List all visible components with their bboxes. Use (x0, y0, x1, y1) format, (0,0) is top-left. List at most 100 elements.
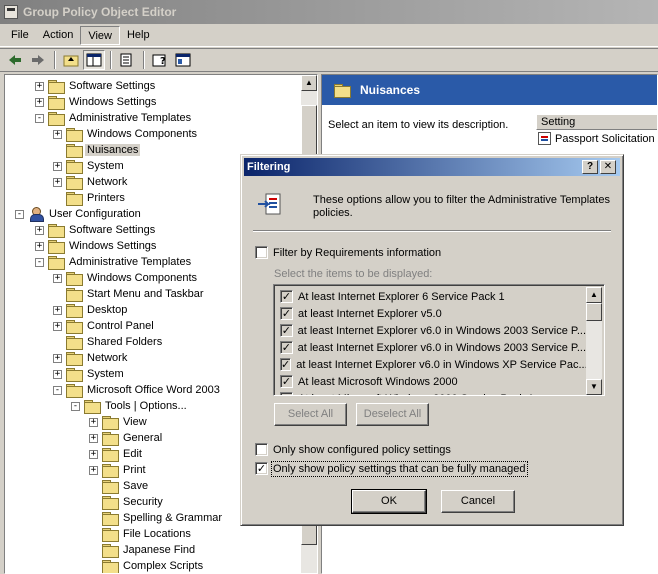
tree-item[interactable]: + Windows Settings (35, 238, 158, 254)
tree-item[interactable]: + Windows Components (53, 270, 199, 286)
menu-action[interactable]: Action (36, 26, 81, 45)
menu-file[interactable]: File (4, 26, 36, 45)
filter-by-requirements-option[interactable]: Filter by Requirements information (255, 246, 441, 259)
deselect-all-button[interactable]: Deselect All (356, 403, 429, 426)
expand-icon[interactable]: + (53, 177, 62, 187)
export-list-icon[interactable] (116, 50, 138, 70)
tree-item[interactable]: + Software Settings (35, 78, 157, 94)
expand-icon[interactable]: + (35, 81, 44, 91)
tree-item[interactable]: - Administrative Templates (35, 254, 193, 270)
scroll-thumb[interactable] (586, 303, 602, 321)
select-all-button[interactable]: Select All (274, 403, 347, 426)
show-hide-tree-icon[interactable] (83, 50, 105, 70)
scroll-down-icon[interactable]: ▼ (586, 379, 602, 395)
expand-icon[interactable]: + (53, 321, 62, 331)
requirements-scrollbar[interactable]: ▲ ▼ (586, 287, 602, 395)
tree-item[interactable]: - Administrative Templates (35, 110, 193, 126)
help-button[interactable]: ? (582, 160, 598, 174)
scroll-up-icon[interactable]: ▲ (301, 75, 317, 91)
requirement-checkbox[interactable]: ✓ (280, 341, 293, 354)
expand-icon[interactable]: + (89, 465, 98, 475)
only-configured-option[interactable]: Only show configured policy settings (255, 443, 451, 456)
requirement-item[interactable]: ✓ At least Internet Explorer 6 Service Pa… (280, 288, 586, 305)
requirement-item[interactable]: ✓ at least Internet Explorer v6.0 in Wind… (280, 339, 586, 356)
tree-item[interactable]: + Network (53, 174, 129, 190)
scroll-up-icon[interactable]: ▲ (586, 287, 602, 303)
tree-item[interactable]: + Desktop (53, 302, 129, 318)
only-managed-option[interactable]: ✓ Only show policy settings that can be … (255, 460, 528, 477)
tree-item[interactable]: + Edit (89, 446, 144, 462)
expand-icon[interactable]: + (35, 225, 44, 235)
requirement-checkbox[interactable]: ✓ (280, 324, 293, 337)
requirement-checkbox[interactable]: ✓ (280, 290, 293, 303)
tree-item[interactable]: + System (53, 366, 126, 382)
collapse-icon[interactable]: - (71, 401, 80, 411)
tree-item[interactable]: + Network (53, 350, 129, 366)
requirement-item[interactable]: ✓ at least Internet Explorer v6.0 in Wind… (280, 356, 586, 373)
forward-arrow-icon[interactable] (27, 50, 49, 70)
dialog-title-bar[interactable]: Filtering ? ✕ (244, 158, 620, 176)
tree-item[interactable]: - User Configuration (15, 206, 143, 222)
tree-item[interactable]: Nuisances (53, 142, 141, 158)
tree-item[interactable]: Printers (53, 190, 127, 206)
collapse-icon[interactable]: - (53, 385, 62, 395)
menu-help[interactable]: Help (120, 26, 157, 45)
expand-icon[interactable]: + (53, 273, 62, 283)
expand-icon[interactable]: + (89, 433, 98, 443)
back-arrow-icon[interactable] (4, 50, 26, 70)
ok-button[interactable]: OK (351, 489, 427, 514)
expand-icon[interactable]: + (35, 97, 44, 107)
tree-item[interactable]: + Windows Components (53, 126, 199, 142)
tree-item[interactable]: + Software Settings (35, 222, 157, 238)
requirement-checkbox[interactable]: ✓ (280, 392, 293, 395)
tree-item[interactable]: - Tools | Options... (71, 398, 189, 414)
setting-item[interactable]: Passport Solicitation (538, 132, 655, 145)
tree-item[interactable]: + General (89, 430, 164, 446)
collapse-icon[interactable]: - (35, 113, 44, 123)
tree-item[interactable]: Japanese Find (89, 542, 197, 558)
expand-icon[interactable]: + (35, 241, 44, 251)
tree-item[interactable]: Start Menu and Taskbar (53, 286, 206, 302)
filter-by-requirements-checkbox[interactable] (255, 246, 268, 259)
cancel-button[interactable]: Cancel (441, 490, 515, 513)
collapse-icon[interactable]: - (35, 257, 44, 267)
tree-item[interactable]: Shared Folders (53, 334, 164, 350)
only-managed-checkbox[interactable]: ✓ (255, 462, 268, 475)
requirement-item[interactable]: ✓ At least Microsoft Windows 2000 Service… (280, 390, 586, 395)
window-title: Group Policy Object Editor (23, 5, 177, 19)
properties-help-icon[interactable]: ? (149, 50, 171, 70)
window-title-bar[interactable]: Group Policy Object Editor (0, 0, 658, 24)
only-configured-checkbox[interactable] (255, 443, 268, 456)
requirement-item[interactable]: ✓ at least Internet Explorer v5.0 (280, 305, 586, 322)
close-button[interactable]: ✕ (600, 160, 616, 174)
tree-item[interactable]: + View (89, 414, 149, 430)
expand-icon[interactable]: + (53, 353, 62, 363)
tree-item[interactable]: + System (53, 158, 126, 174)
expand-icon[interactable]: + (53, 369, 62, 379)
tree-item[interactable]: Complex Scripts (89, 558, 205, 573)
expand-icon[interactable]: + (53, 305, 62, 315)
collapse-icon[interactable]: - (15, 209, 24, 219)
requirement-item[interactable]: ✓ At least Microsoft Windows 2000 (280, 373, 586, 390)
requirement-checkbox[interactable]: ✓ (280, 358, 292, 371)
tree-item[interactable]: Spelling & Grammar (89, 510, 224, 526)
expand-icon[interactable]: + (53, 129, 62, 139)
tree-item[interactable]: + Windows Settings (35, 94, 158, 110)
tree-item[interactable]: Security (89, 494, 165, 510)
column-header-setting[interactable]: Setting (536, 114, 657, 130)
expand-icon[interactable]: + (89, 417, 98, 427)
console-icon[interactable] (172, 50, 194, 70)
tree-item[interactable]: + Control Panel (53, 318, 156, 334)
requirements-list[interactable]: ✓ At least Internet Explorer 6 Service Pa… (273, 284, 605, 396)
requirement-checkbox[interactable]: ✓ (280, 375, 293, 388)
expand-icon[interactable]: + (89, 449, 98, 459)
tree-item[interactable]: - Microsoft Office Word 2003 (53, 382, 222, 398)
requirement-item[interactable]: ✓ at least Internet Explorer v6.0 in Wind… (280, 322, 586, 339)
tree-item[interactable]: + Print (89, 462, 148, 478)
requirement-checkbox[interactable]: ✓ (280, 307, 293, 320)
menu-view[interactable]: View (80, 26, 120, 45)
tree-item[interactable]: Save (89, 478, 150, 494)
up-folder-icon[interactable] (60, 50, 82, 70)
expand-icon[interactable]: + (53, 161, 62, 171)
tree-item[interactable]: File Locations (89, 526, 193, 542)
